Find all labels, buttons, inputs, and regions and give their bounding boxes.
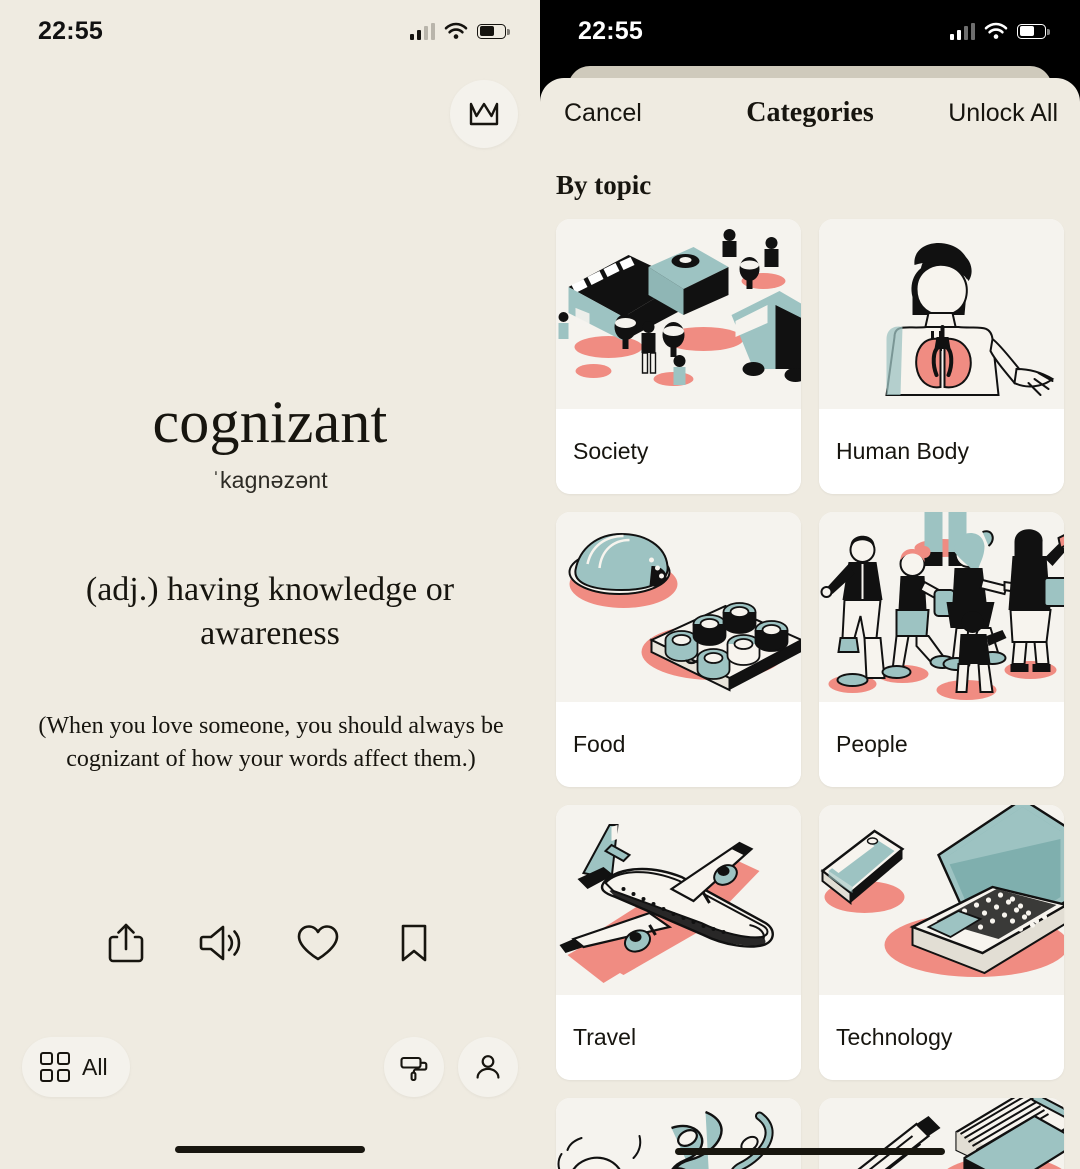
bookmark-icon xyxy=(401,924,427,962)
category-label: Travel xyxy=(556,995,801,1080)
home-indicator xyxy=(175,1146,365,1153)
bookmark-button[interactable] xyxy=(366,920,462,966)
grid-icon xyxy=(40,1052,70,1082)
home-indicator xyxy=(675,1148,945,1155)
travel-illustration xyxy=(556,805,801,995)
human-body-illustration xyxy=(819,219,1064,409)
status-time: 22:55 xyxy=(578,16,643,45)
word-definition: (adj.) having knowledge or awareness xyxy=(85,571,455,652)
category-card-people[interactable]: People xyxy=(819,512,1064,787)
category-label: Technology xyxy=(819,995,1064,1080)
word-action-row xyxy=(0,920,540,966)
category-label: Human Body xyxy=(819,409,1064,494)
science-illustration xyxy=(556,1098,801,1169)
people-art-icon xyxy=(819,512,1064,702)
person-icon xyxy=(476,1055,500,1079)
travel-art-icon xyxy=(556,805,801,995)
sheet-nav-bar: Cancel Categories Unlock All xyxy=(540,78,1080,148)
sheet-title: Categories xyxy=(746,97,874,128)
category-card-science[interactable] xyxy=(556,1098,801,1169)
writing-art-icon xyxy=(819,1098,1064,1169)
profile-button[interactable] xyxy=(458,1037,518,1097)
wifi-icon xyxy=(444,22,468,39)
paint-roller-icon xyxy=(400,1056,428,1082)
human-body-art-icon xyxy=(819,219,1064,409)
categories-sheet: Cancel Categories Unlock All By topic So… xyxy=(540,78,1080,1169)
category-card-technology[interactable]: Technology xyxy=(819,805,1064,1080)
category-card-society[interactable]: Society xyxy=(556,219,801,494)
pronounce-button[interactable] xyxy=(174,920,270,966)
word-example-sentence: (When you love someone, you should alway… xyxy=(38,713,504,772)
premium-crown-button[interactable] xyxy=(450,80,518,148)
unlock-all-button[interactable]: Unlock All xyxy=(948,99,1058,128)
society-art-icon xyxy=(556,219,801,409)
all-categories-button[interactable]: All xyxy=(22,1037,130,1097)
right-phone-categories-screen: 22:55 Cancel Categories Unlock All By to… xyxy=(540,0,1080,1169)
category-label: People xyxy=(819,702,1064,787)
status-bar: 22:55 xyxy=(0,0,540,62)
food-illustration xyxy=(556,512,801,702)
crown-icon xyxy=(469,102,499,126)
battery-icon xyxy=(1017,23,1050,39)
society-illustration xyxy=(556,219,801,409)
section-heading: By topic xyxy=(556,170,652,200)
left-phone-word-screen: 22:55 cognizant ˈkaɡnəzənt (adj.) having… xyxy=(0,0,540,1169)
cellular-bars-icon xyxy=(409,22,435,40)
status-time: 22:55 xyxy=(38,16,103,45)
technology-illustration xyxy=(819,805,1064,995)
status-bar: 22:55 xyxy=(540,0,1080,62)
cancel-button[interactable]: Cancel xyxy=(564,99,642,128)
category-card-travel[interactable]: Travel xyxy=(556,805,801,1080)
word-pronunciation: ˈkaɡnəzənt xyxy=(212,467,328,494)
category-card-human-body[interactable]: Human Body xyxy=(819,219,1064,494)
theme-button[interactable] xyxy=(384,1037,444,1097)
heart-icon xyxy=(297,925,339,961)
category-label: Food xyxy=(556,702,801,787)
people-illustration xyxy=(819,512,1064,702)
status-icons xyxy=(409,22,510,40)
category-grid: Society Human Body Food People Travel Te… xyxy=(540,201,1080,1169)
food-art-icon xyxy=(556,512,801,702)
share-button[interactable] xyxy=(78,920,174,966)
category-card-food[interactable]: Food xyxy=(556,512,801,787)
word-heading-block: cognizant ˈkaɡnəzənt xyxy=(0,389,540,494)
all-categories-label: All xyxy=(82,1053,108,1080)
word-title: cognizant xyxy=(152,389,388,455)
cellular-bars-icon xyxy=(949,22,975,40)
category-card-writing[interactable] xyxy=(819,1098,1064,1169)
battery-icon xyxy=(477,23,510,39)
writing-illustration xyxy=(819,1098,1064,1169)
status-icons xyxy=(949,22,1050,40)
science-art-icon xyxy=(556,1098,801,1169)
share-icon xyxy=(108,923,144,963)
favorite-button[interactable] xyxy=(270,920,366,966)
category-label: Society xyxy=(556,409,801,494)
technology-art-icon xyxy=(819,805,1064,995)
dual-phone-screenshot: 22:55 cognizant ˈkaɡnəzənt (adj.) having… xyxy=(0,0,1080,1169)
wifi-icon xyxy=(984,22,1008,39)
speaker-icon xyxy=(199,925,241,961)
